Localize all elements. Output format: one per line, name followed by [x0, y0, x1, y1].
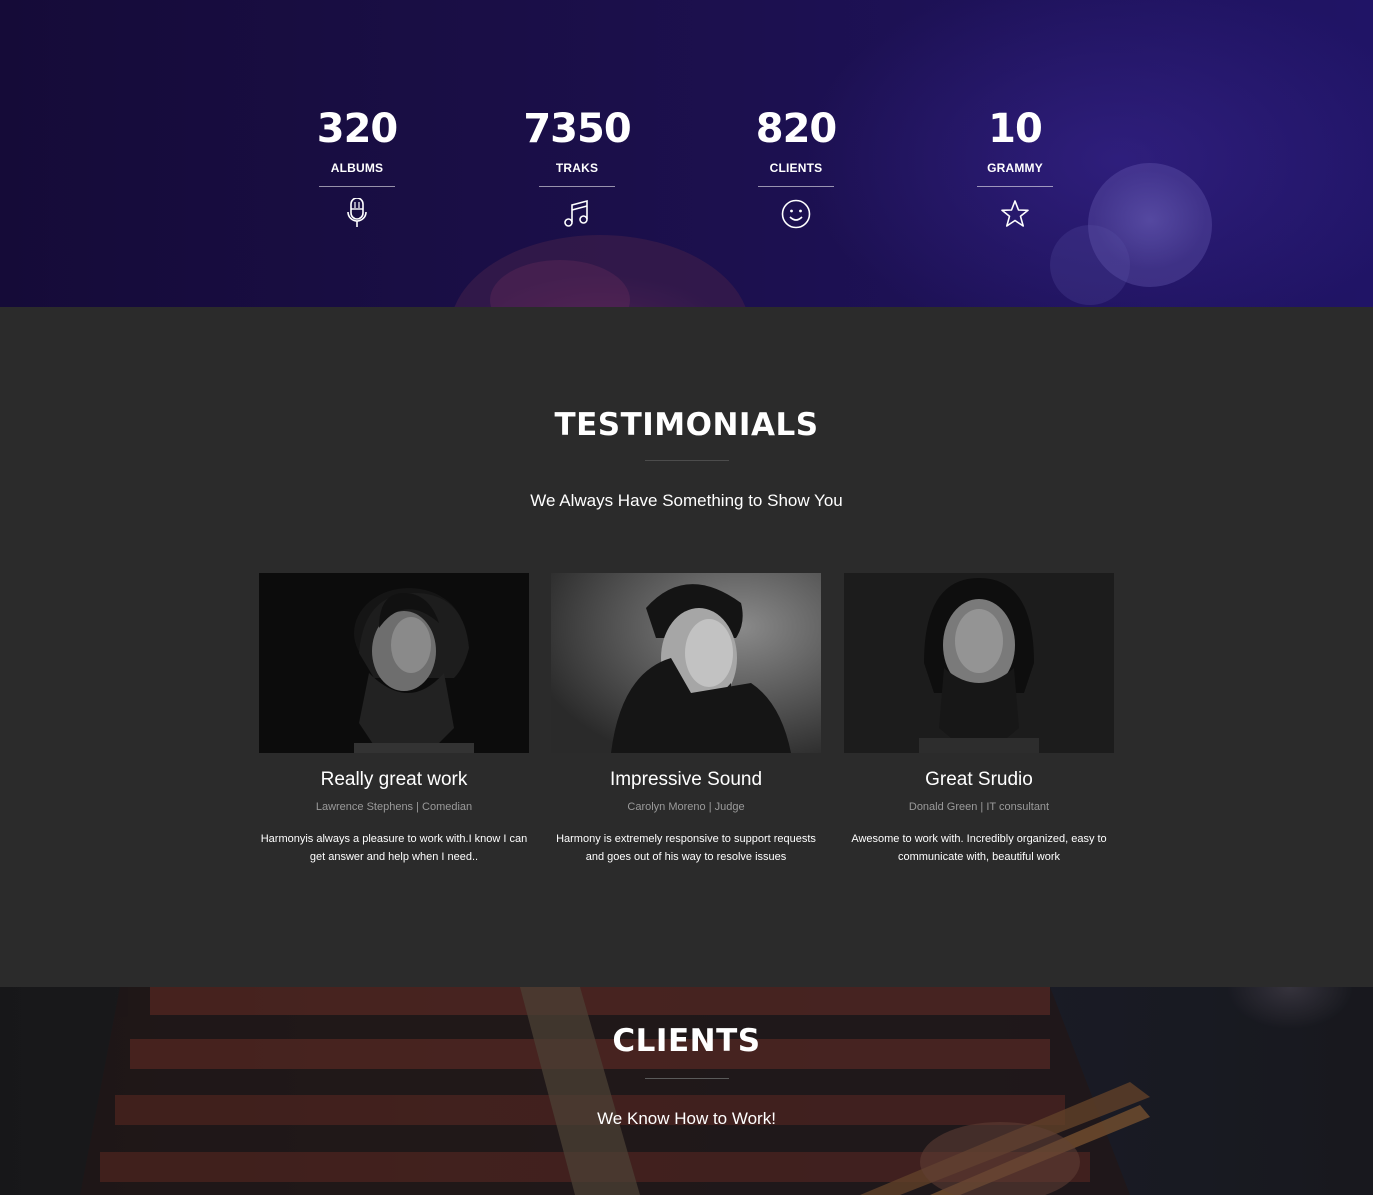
counter-clients: 820 CLIENTS: [686, 105, 906, 230]
testimonial-photo: [551, 573, 821, 753]
testimonial-quote: Harmony is extremely responsive to suppo…: [556, 833, 816, 863]
counter-albums: 320 ALBUMS: [247, 105, 467, 230]
music-note-icon: [564, 199, 588, 227]
counter-label: TRAKS: [555, 161, 599, 175]
testimonial-photo: [259, 573, 529, 753]
star-icon: [1001, 200, 1029, 227]
section-divider: [645, 1078, 729, 1079]
section-title: CLIENTS: [612, 1023, 761, 1059]
counter-value: 320: [316, 106, 399, 152]
testimonial-title: Impressive Sound: [609, 769, 763, 790]
testimonial-author: Donald Green | IT consultant: [908, 801, 1050, 813]
counter-divider: [539, 186, 615, 187]
counter-label: CLIENTS: [769, 161, 823, 175]
clients-section: CLIENTS We Know How to Work!: [0, 987, 1373, 1195]
counter-value: 10: [988, 106, 1043, 152]
testimonial-title: Really great work: [320, 769, 468, 790]
counters-section: 320 ALBUMS 7350 TRAKS 820 CLIENTS 10 GRA…: [0, 0, 1373, 307]
section-divider: [645, 460, 729, 461]
testimonial-author: Lawrence Stephens | Comedian: [315, 801, 473, 813]
smiley-icon: [781, 199, 811, 229]
counter-label: GRAMMY: [987, 161, 1043, 175]
counter-grammy: 10 GRAMMY: [905, 105, 1125, 230]
section-title: TESTIMONIALS: [554, 407, 819, 443]
testimonial-photo: [844, 573, 1114, 753]
counter-divider: [758, 186, 834, 187]
testimonial-quote: Harmonyis always a pleasure to work with…: [260, 833, 528, 863]
counter-value: 7350: [523, 106, 631, 152]
section-subtitle: We Always Have Something to Show You: [530, 491, 843, 510]
clients-background: [0, 987, 1373, 1195]
testimonial-card: Really great work Lawrence Stephens | Co…: [259, 573, 529, 866]
counter-tracks: 7350 TRAKS: [467, 105, 687, 230]
testimonial-author: Carolyn Moreno | Judge: [627, 801, 745, 813]
counter-divider: [977, 186, 1053, 187]
section-subtitle: We Know How to Work!: [597, 1109, 776, 1128]
microphone-icon: [347, 198, 367, 227]
testimonial-card: Great Srudio Donald Green | IT consultan…: [844, 573, 1114, 866]
testimonial-title: Great Srudio: [925, 769, 1033, 790]
counter-divider: [319, 186, 395, 187]
testimonials-section: TESTIMONIALS We Always Have Something to…: [0, 307, 1373, 987]
testimonial-quote: Awesome to work with. Incredibly organiz…: [851, 833, 1107, 863]
counter-label: ALBUMS: [330, 161, 384, 175]
counter-value: 820: [755, 106, 838, 152]
testimonial-card: Impressive Sound Carolyn Moreno | Judge …: [551, 573, 821, 866]
